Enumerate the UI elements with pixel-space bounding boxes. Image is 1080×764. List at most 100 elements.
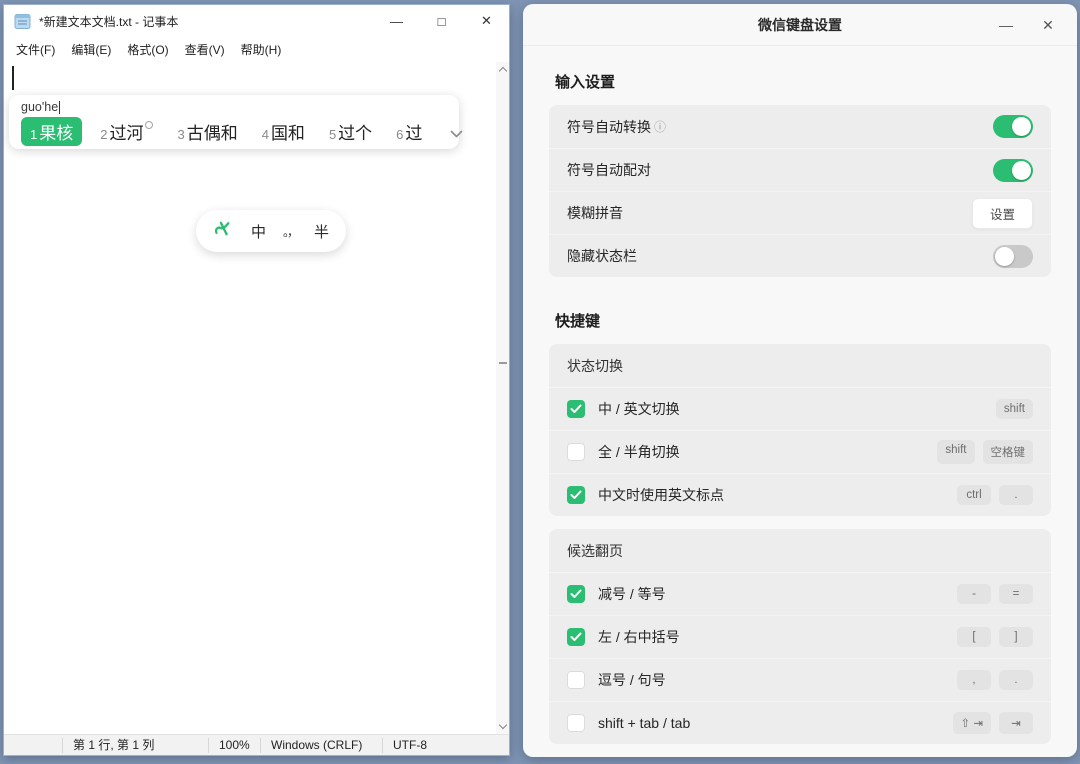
candidate-index: 3 — [177, 127, 184, 142]
wechat-keyboard-logo-icon — [213, 218, 234, 244]
settings-window-controls: — ✕ — [985, 4, 1069, 46]
key-badge: shift — [937, 440, 974, 464]
candidate-text: 过河 — [109, 119, 143, 144]
candidate-index: 5 — [329, 127, 336, 142]
menu-view[interactable]: 查看(V) — [177, 38, 233, 61]
cloud-candidate-icon — [145, 121, 153, 129]
row-label: 符号自动配对 — [567, 160, 651, 180]
minimize-button[interactable]: — — [985, 4, 1027, 46]
key-badge: shift — [996, 399, 1033, 419]
scroll-up-icon[interactable] — [498, 67, 506, 75]
toggle-hide-statusbar[interactable] — [993, 245, 1033, 268]
section-shortcuts: 快捷键 — [555, 310, 1045, 331]
row-hide-statusbar: 隐藏状态栏 — [549, 234, 1051, 277]
row-full-half-switch: 全 / 半角切换 shift 空格键 — [549, 430, 1051, 473]
toggle-symbol-auto-convert[interactable] — [993, 115, 1033, 138]
key-badge: - — [957, 584, 991, 604]
checkbox-english-punct[interactable] — [567, 486, 585, 504]
row-label: 中文时使用英文标点 — [598, 485, 724, 505]
key-badge: 空格键 — [983, 440, 1034, 464]
candidate-4[interactable]: 4 国和 — [262, 119, 305, 144]
candidate-1[interactable]: 1 果核 — [21, 117, 82, 146]
candidate-text: 过个 — [338, 119, 372, 144]
ime-status-bar[interactable]: 中 。， 半 — [196, 210, 346, 252]
row-brackets: 左 / 右中括号 [ ] — [549, 615, 1051, 658]
row-label: 全 / 半角切换 — [598, 442, 680, 462]
menu-file[interactable]: 文件(F) — [8, 38, 63, 61]
key-badge: [ — [957, 627, 991, 647]
key-badge: = — [999, 584, 1033, 604]
checkbox-comma-period[interactable] — [567, 671, 585, 689]
close-button[interactable]: ✕ — [1027, 4, 1069, 46]
notepad-window: *新建文本文档.txt - 记事本 — □ ✕ 文件(F) 编辑(E) 格式(O… — [3, 4, 510, 756]
candidate-3[interactable]: 3 古偶和 — [177, 119, 237, 144]
checkbox-shift-tab[interactable] — [567, 714, 585, 732]
section-input-settings: 输入设置 — [555, 71, 1045, 92]
statusbar-spacer — [4, 738, 62, 753]
row-label: 逗号 / 句号 — [598, 670, 666, 690]
maximize-button[interactable]: □ — [419, 5, 464, 37]
row-label: 隐藏状态栏 — [567, 246, 637, 266]
candidate-5[interactable]: 5 过个 — [329, 119, 372, 144]
info-icon[interactable]: ⓘ — [654, 118, 666, 135]
pinyin-preedit: guo'he — [21, 100, 447, 114]
settings-body: 输入设置 符号自动转换 ⓘ 符号自动配对 模糊拼音 设置 隐藏状态栏 — [523, 71, 1077, 744]
candidate-text: 国和 — [271, 119, 305, 144]
zoom-level: 100% — [208, 738, 260, 753]
close-button[interactable]: ✕ — [464, 5, 509, 37]
minimize-button[interactable]: — — [374, 5, 419, 37]
text-caret — [12, 66, 14, 90]
candidate-index: 6 — [396, 127, 403, 142]
row-cn-en-switch: 中 / 英文切换 shift — [549, 387, 1051, 430]
candidate-paging-card: 候选翻页 减号 / 等号 - = 左 / 右中括号 [ — [549, 529, 1051, 744]
toggle-symbol-auto-pair[interactable] — [993, 159, 1033, 182]
checkbox-minus-equal[interactable] — [567, 585, 585, 603]
settings-titlebar: 微信键盘设置 — ✕ — [523, 4, 1077, 46]
menu-help[interactable]: 帮助(H) — [233, 38, 290, 61]
notepad-titlebar: *新建文本文档.txt - 记事本 — □ ✕ — [4, 5, 509, 37]
ime-halfwidth-mode[interactable]: 半 — [314, 221, 329, 242]
input-settings-card: 符号自动转换 ⓘ 符号自动配对 模糊拼音 设置 隐藏状态栏 — [549, 105, 1051, 277]
row-label: 模糊拼音 — [567, 203, 623, 223]
vertical-scrollbar[interactable] — [496, 62, 509, 734]
notepad-edit-area[interactable]: guo'he 1 果核 2 过河 3 古偶和 4 国和 — [4, 62, 509, 734]
candidate-index: 1 — [30, 127, 37, 142]
key-badge: , — [957, 670, 991, 690]
candidate-6[interactable]: 6 过 — [396, 119, 422, 144]
encoding: UTF-8 — [382, 738, 468, 753]
scrollbar-thumb[interactable] — [499, 362, 507, 364]
row-fuzzy-pinyin: 模糊拼音 设置 — [549, 191, 1051, 234]
checkbox-cn-en-switch[interactable] — [567, 400, 585, 418]
group-status-switch: 状态切换 — [549, 344, 1051, 387]
row-label: 减号 / 等号 — [598, 584, 666, 604]
ime-mode-chinese[interactable]: 中 — [251, 221, 266, 242]
ime-punctuation-mode[interactable]: 。， — [283, 223, 297, 240]
row-shift-tab: shift + tab / tab ⇧ ⇥ ⇥ — [549, 701, 1051, 744]
cursor-position: 第 1 行, 第 1 列 — [62, 738, 208, 753]
checkbox-full-half-switch[interactable] — [567, 443, 585, 461]
candidate-2[interactable]: 2 过河 — [100, 119, 153, 144]
checkbox-brackets[interactable] — [567, 628, 585, 646]
key-badge: . — [999, 485, 1033, 505]
chevron-down-icon[interactable] — [446, 121, 467, 143]
key-badge-shift-tab-icon: ⇧ ⇥ — [953, 712, 991, 734]
candidate-index: 2 — [100, 127, 107, 142]
candidate-text: 古偶和 — [187, 119, 238, 144]
line-ending: Windows (CRLF) — [260, 738, 382, 753]
candidate-row: 1 果核 2 过河 3 古偶和 4 国和 5 过个 — [21, 117, 447, 146]
candidate-index: 4 — [262, 127, 269, 142]
ime-candidate-window: guo'he 1 果核 2 过河 3 古偶和 4 国和 — [9, 95, 459, 149]
key-badge: . — [999, 670, 1033, 690]
status-switch-card: 状态切换 中 / 英文切换 shift 全 / 半角切换 shift 空格 — [549, 344, 1051, 516]
menu-format[interactable]: 格式(O) — [119, 38, 176, 61]
pinyin-caret — [59, 101, 60, 114]
scroll-down-icon[interactable] — [498, 721, 506, 729]
fuzzy-pinyin-settings-button[interactable]: 设置 — [972, 198, 1033, 229]
notepad-title: *新建文本文档.txt - 记事本 — [39, 13, 374, 30]
row-symbol-auto-pair: 符号自动配对 — [549, 148, 1051, 191]
menu-edit[interactable]: 编辑(E) — [63, 38, 119, 61]
notepad-window-controls: — □ ✕ — [374, 5, 509, 37]
notepad-icon — [14, 13, 31, 30]
row-label: shift + tab / tab — [598, 715, 690, 731]
notepad-statusbar: 第 1 行, 第 1 列 100% Windows (CRLF) UTF-8 — [4, 734, 509, 755]
